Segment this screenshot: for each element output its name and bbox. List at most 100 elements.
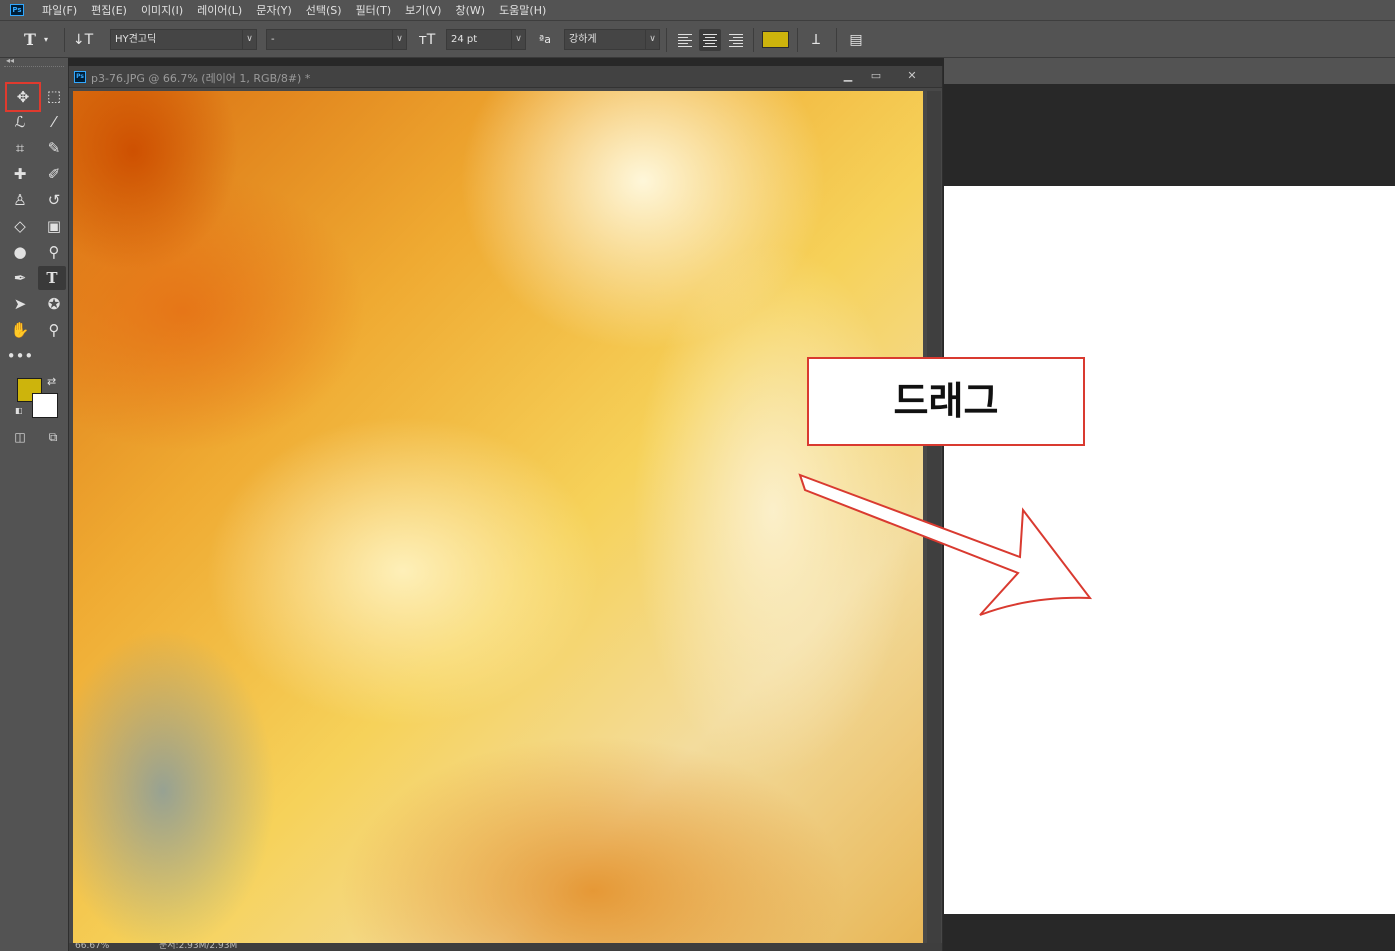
maximize-icon[interactable]: ▭ [865,68,887,83]
font-family-select[interactable]: HY견고딕 ∨ [110,29,257,50]
screen-mode-icon[interactable]: ⧉ [42,430,64,446]
font-size-select[interactable]: 24 pt ∨ [446,29,526,50]
text-orientation-icon[interactable]: ↓T [72,29,94,51]
shape-icon: ✪ [47,295,61,313]
eraser-icon: ◇ [14,217,26,235]
antialias-select[interactable]: 강하게 ∨ [564,29,660,50]
quick-mask-icon[interactable]: ◫ [10,430,30,446]
menu-type[interactable]: 문자(Y) [256,2,292,18]
history-brush-icon: ↺ [47,191,61,209]
align-center-button[interactable] [699,29,721,51]
separator [666,28,667,52]
separator [797,28,798,52]
cursor-arrow-icon: ➤ [13,295,27,313]
stamp-tool[interactable]: ♙ [6,188,34,212]
hand-tool[interactable]: ✋ [6,318,34,342]
status-bar: 66.67% 문서:2.93M/2.93M [69,943,942,951]
drag-arrow-icon [798,473,1093,616]
menu-help[interactable]: 도움말(H) [499,2,546,18]
zoom-level[interactable]: 66.67% [75,943,109,951]
collapse-panel-icon[interactable]: ◂◂ [6,56,14,65]
font-style-value: - [271,34,275,45]
crop-tool[interactable]: ⌗ [6,136,34,160]
close-icon[interactable]: ✕ [901,68,923,83]
ps-app-icon: Ps [10,4,24,16]
background-color-swatch[interactable] [32,393,58,418]
gradient-tool[interactable]: ▣ [40,214,68,238]
type-tool[interactable]: T [38,266,66,290]
brush-tool[interactable]: ✐ [40,162,68,186]
text-color-swatch[interactable] [762,31,789,48]
separator [836,28,837,52]
antialias-value: 강하게 [569,34,597,45]
chevron-down-icon: ∨ [242,30,256,49]
menu-select[interactable]: 선택(S) [306,2,342,18]
hand-icon: ✋ [10,321,30,339]
pen-tool[interactable]: ✒ [6,266,34,290]
edit-toolbar-button[interactable]: ••• [6,344,34,368]
menu-view[interactable]: 보기(V) [405,2,441,18]
move-tool[interactable]: ✥ [5,82,41,112]
marquee-tool[interactable]: ⬚ [40,84,68,108]
history-brush-tool[interactable]: ↺ [40,188,68,212]
lasso-tool[interactable]: ℒ [6,110,34,134]
minimize-icon[interactable]: ▁ [837,68,859,83]
eraser-tool[interactable]: ◇ [6,214,34,238]
magic-wand-icon: ⁄ [52,113,56,131]
menu-filter[interactable]: 필터(T) [356,2,392,18]
panel-grip [4,66,64,68]
eyedropper-icon: ✎ [47,139,61,157]
crop-icon: ⌗ [15,139,25,157]
healing-tool[interactable]: ✚ [6,162,34,186]
bandage-icon: ✚ [13,165,27,183]
ps-document-icon: Ps [74,71,86,83]
menu-layer[interactable]: 레이어(L) [197,2,242,18]
chevron-down-icon: ∨ [511,30,525,49]
zoom-icon: ⚲ [48,321,60,339]
dodge-icon: ⚲ [48,243,60,261]
separator [753,28,754,52]
zoom-tool[interactable]: ⚲ [40,318,68,342]
options-bar: T ▾ ↓T HY견고딕 ∨ - ∨ ᴛT 24 pt ∨ ªa 강하게 ∨ Ʇ… [0,20,1395,58]
brush-icon: ✐ [47,165,61,183]
chevron-down-icon: ∨ [645,30,659,49]
menu-image[interactable]: 이미지(I) [141,2,183,18]
drag-callout: 드래그 [807,357,1085,446]
default-colors-icon[interactable]: ◧ [15,406,23,415]
menu-edit[interactable]: 편집(E) [91,2,127,18]
document-title-bar[interactable]: Ps p3-76.JPG @ 66.7% (레이어 1, RGB/8#) * ▁… [69,66,942,88]
document-title: p3-76.JPG @ 66.7% (레이어 1, RGB/8#) * [91,72,311,85]
gradient-icon: ▣ [46,217,62,235]
align-left-button[interactable] [674,29,696,51]
swap-colors-icon[interactable]: ⇄ [47,375,56,388]
font-family-value: HY견고딕 [115,34,157,45]
font-size-icon: ᴛT [418,32,436,48]
path-select-tool[interactable]: ➤ [6,292,34,316]
eyedropper-tool[interactable]: ✎ [40,136,68,160]
warp-text-icon[interactable]: Ʇ [805,29,827,51]
blur-tool[interactable]: ● [6,240,34,264]
photoshop-window: Ps 파일(F) 편집(E) 이미지(I) 레이어(L) 문자(Y) 선택(S)… [0,0,1395,951]
stamp-icon: ♙ [13,191,27,209]
lasso-icon: ℒ [14,113,26,131]
font-style-select[interactable]: - ∨ [266,29,407,50]
antialias-icon: ªa [539,33,551,46]
more-icon: ••• [6,347,34,365]
custom-shape-tool[interactable]: ✪ [40,292,68,316]
menu-file[interactable]: 파일(F) [42,2,77,18]
type-tool-preset-icon[interactable]: T [19,29,41,51]
rect-marquee-icon: ⬚ [46,87,62,105]
drop-icon: ● [13,243,27,261]
character-panel-icon[interactable]: ▤ [845,29,867,51]
menu-window[interactable]: 창(W) [455,2,485,18]
move-icon: ✥ [16,88,30,106]
chevron-down-icon[interactable]: ▾ [40,29,52,51]
chevron-down-icon: ∨ [392,30,406,49]
align-right-button[interactable] [725,29,747,51]
magic-wand-tool[interactable]: ⁄ [40,110,68,134]
menu-bar: Ps 파일(F) 편집(E) 이미지(I) 레이어(L) 문자(Y) 선택(S)… [0,0,1395,20]
dodge-tool[interactable]: ⚲ [40,240,68,264]
separator [64,28,65,52]
document-tab-strip [944,58,1395,84]
type-icon: T [46,269,58,287]
